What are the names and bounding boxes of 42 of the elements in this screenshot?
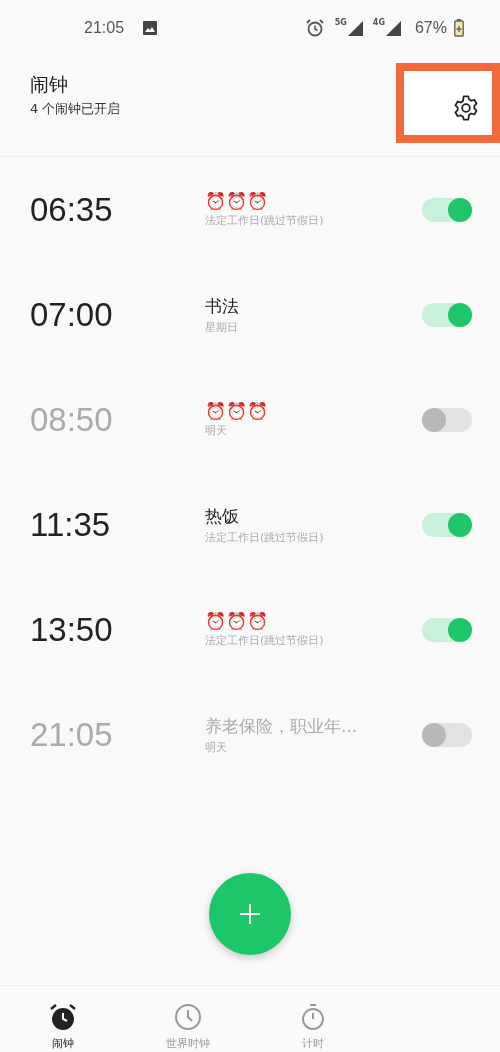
alarm-time: 11:35 bbox=[30, 505, 112, 544]
alarm-toggle[interactable] bbox=[422, 302, 472, 327]
network-label: 4G bbox=[372, 18, 385, 27]
clock-icon bbox=[172, 1002, 203, 1032]
alarm-toggle[interactable] bbox=[422, 722, 472, 747]
signal-icon bbox=[384, 20, 401, 36]
alarm-repeat: 法定工作日(跳过节假日) bbox=[205, 633, 325, 648]
alarm-repeat: 星期日 bbox=[205, 319, 239, 335]
signal-icon bbox=[346, 20, 363, 36]
alarm-time: 07:00 bbox=[30, 295, 114, 334]
alarm-repeat: 明天 bbox=[205, 423, 228, 438]
alarm-time: 21:05 bbox=[30, 715, 114, 754]
alarm-toggle[interactable] bbox=[422, 407, 472, 432]
alarm-repeat: 明天 bbox=[205, 739, 228, 755]
add-alarm-button[interactable] bbox=[209, 873, 291, 955]
alarm-label: 书法 bbox=[205, 294, 240, 318]
alarm-toggle[interactable] bbox=[422, 512, 472, 537]
alarm-toggle[interactable] bbox=[422, 617, 472, 642]
network-label: 5G bbox=[334, 18, 347, 27]
alarm-time: 08:50 bbox=[30, 400, 114, 439]
alarm-icon bbox=[304, 18, 325, 38]
battery-icon bbox=[454, 19, 464, 37]
settings-icon[interactable] bbox=[452, 94, 480, 122]
alarm-toggle[interactable] bbox=[422, 197, 472, 222]
alarm-time: 13:50 bbox=[30, 610, 114, 649]
alarm-label: ⏰⏰⏰ bbox=[205, 611, 269, 631]
image-icon bbox=[142, 20, 159, 36]
alarm-repeat: 法定工作日(跳过节假日) bbox=[205, 213, 325, 228]
alarm-time: 06:35 bbox=[30, 190, 114, 229]
alarm-label: ⏰⏰⏰ bbox=[205, 191, 269, 211]
alarm-repeat: 法定工作日(跳过节假日) bbox=[205, 529, 325, 545]
alarm-label: 养老保险，职业年... bbox=[205, 714, 359, 738]
plus-icon bbox=[238, 902, 262, 926]
battery-percent: 67% bbox=[414, 19, 447, 37]
alarm-label: 热饭 bbox=[205, 504, 240, 528]
alarm-count: 4 个闹钟已开启 bbox=[30, 100, 121, 118]
alarm-label: ⏰⏰⏰ bbox=[205, 401, 269, 421]
status-time: 21:05 bbox=[84, 19, 125, 37]
nav-tab[interactable]: 世界时钟 bbox=[125, 986, 250, 1052]
nav-tab[interactable]: 计时 bbox=[250, 986, 375, 1052]
nav-tab[interactable]: 闹钟 bbox=[0, 986, 125, 1052]
page-title: 闹钟 bbox=[30, 72, 69, 97]
